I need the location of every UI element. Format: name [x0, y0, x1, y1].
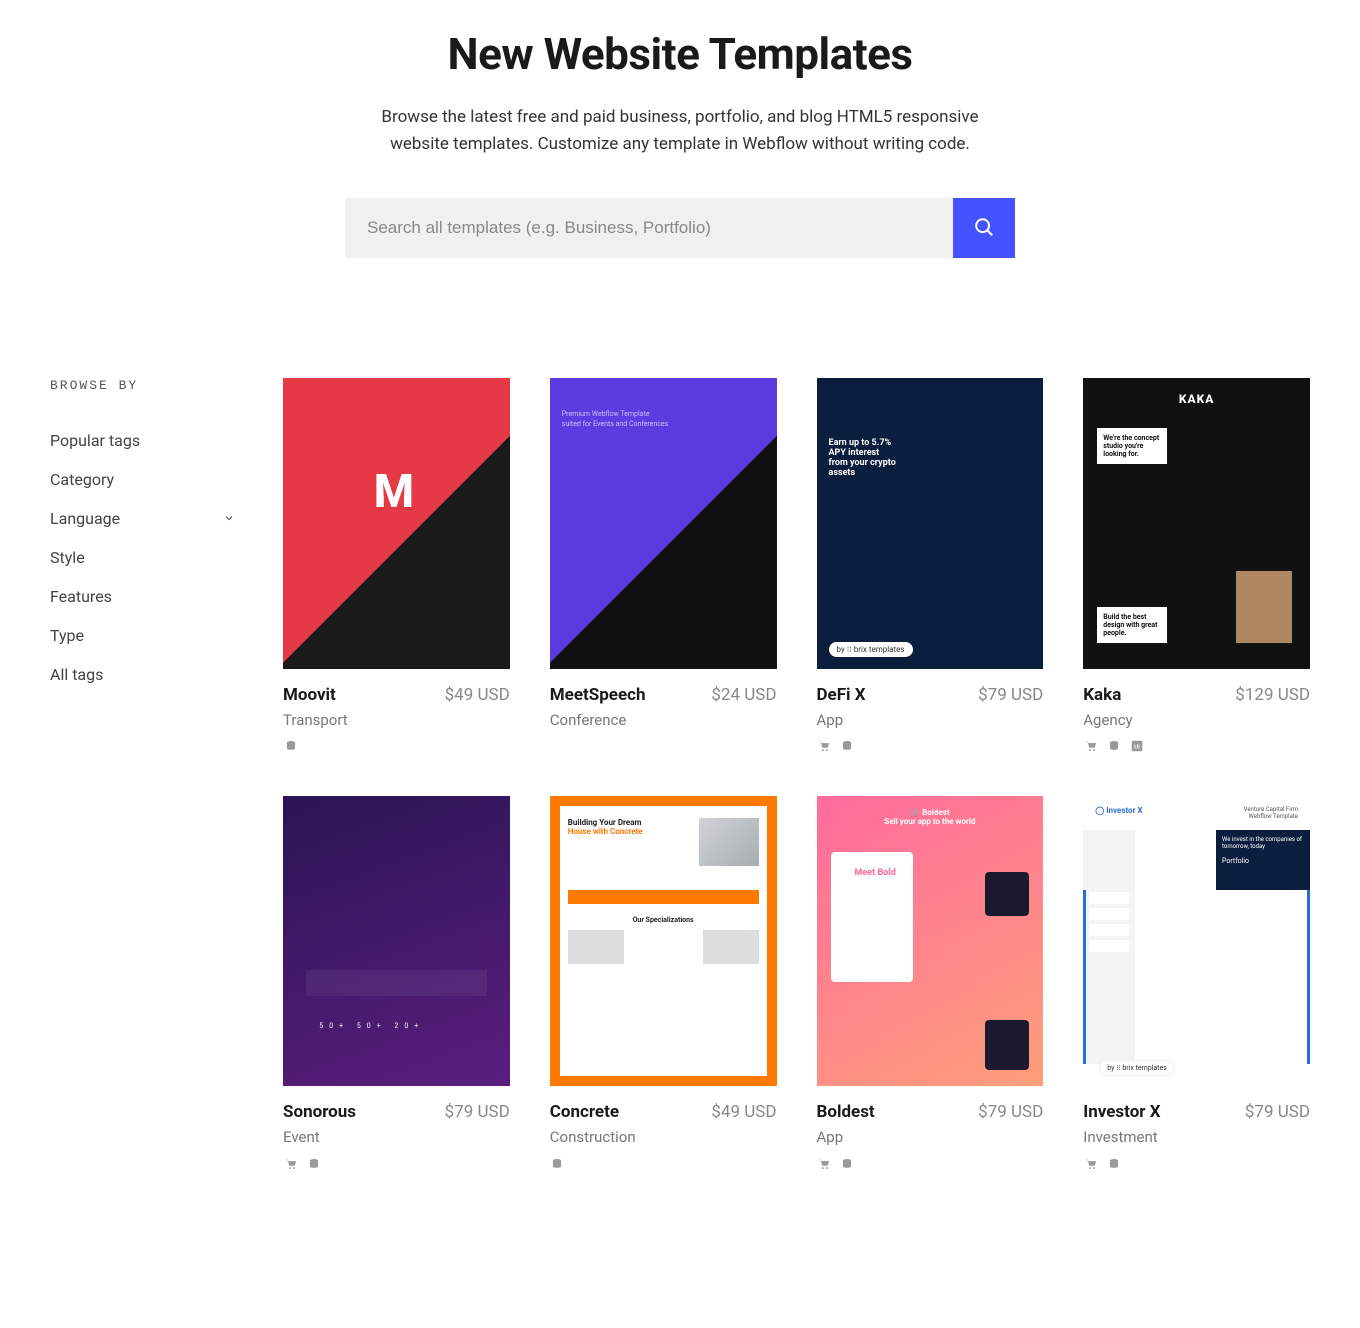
- cart-icon: [1083, 1156, 1098, 1171]
- chevron-down-icon: [223, 509, 235, 528]
- template-price: $129 USD: [1235, 685, 1310, 705]
- template-title: DeFi X: [817, 685, 866, 705]
- cart-icon: [817, 739, 832, 754]
- sidebar-item-all-tags[interactable]: All tags: [50, 655, 235, 694]
- sidebar-item-label: Type: [50, 626, 84, 645]
- template-price: $79 USD: [1245, 1102, 1310, 1122]
- template-price: $79 USD: [978, 1102, 1043, 1122]
- template-thumbnail[interactable]: 50+ 50+ 20+: [283, 796, 510, 1086]
- sidebar-heading: BROWSE BY: [50, 378, 235, 393]
- cart-icon: [1083, 739, 1098, 754]
- sidebar-item-label: Category: [50, 470, 114, 489]
- search-icon: [973, 216, 995, 241]
- stack-icon: [840, 1156, 855, 1171]
- template-card[interactable]: MeetSpeech Conference $24 USD: [550, 378, 777, 753]
- template-title: Kaka: [1083, 685, 1132, 705]
- template-category: Conference: [550, 711, 646, 729]
- template-title: Sonorous: [283, 1102, 356, 1122]
- sidebar: BROWSE BY Popular tags Category Language St…: [50, 378, 235, 694]
- svg-text:Ui: Ui: [1134, 745, 1140, 751]
- template-card[interactable]: Moovit Transport $49 USD: [283, 378, 510, 753]
- template-badges: [817, 1156, 1044, 1171]
- stack-icon: [550, 1156, 565, 1171]
- search-input[interactable]: [345, 198, 953, 258]
- template-price: $79 USD: [978, 685, 1043, 705]
- template-price: $49 USD: [445, 685, 510, 705]
- template-thumbnail[interactable]: 🛒 BoldestSell your app to the worldMeet …: [817, 796, 1044, 1086]
- template-title: Concrete: [550, 1102, 636, 1122]
- sidebar-item-label: All tags: [50, 665, 103, 684]
- template-thumbnail[interactable]: Building Your DreamHouse with ConcreteOu…: [550, 796, 777, 1086]
- template-card[interactable]: KAKAWe're the concept studio you're look…: [1083, 378, 1310, 753]
- template-category: App: [817, 1128, 875, 1146]
- ui-icon: Ui: [1129, 739, 1144, 754]
- sidebar-item-label: Features: [50, 587, 112, 606]
- template-category: Construction: [550, 1128, 636, 1146]
- sidebar-item-label: Language: [50, 509, 120, 528]
- stack-icon: [1106, 1156, 1121, 1171]
- template-category: Agency: [1083, 711, 1132, 729]
- template-thumbnail[interactable]: [550, 378, 777, 668]
- template-badges: Ui: [1083, 739, 1310, 754]
- template-badges: [817, 739, 1044, 754]
- template-card[interactable]: ◯ Investor XVenture Capital Firm Webflow…: [1083, 796, 1310, 1171]
- template-title: Investor X: [1083, 1102, 1160, 1122]
- template-thumbnail[interactable]: ◯ Investor XVenture Capital Firm Webflow…: [1083, 796, 1310, 1086]
- template-category: Investment: [1083, 1128, 1160, 1146]
- page-subtitle: Browse the latest free and paid business…: [360, 104, 1000, 158]
- stack-icon: [283, 739, 298, 754]
- template-price: $24 USD: [711, 685, 776, 705]
- sidebar-item-features[interactable]: Features: [50, 577, 235, 616]
- sidebar-item-language[interactable]: Language: [50, 499, 235, 538]
- template-title: MeetSpeech: [550, 685, 646, 705]
- template-category: Transport: [283, 711, 348, 729]
- cart-icon: [283, 1156, 298, 1171]
- cart-icon: [817, 1156, 832, 1171]
- template-badges: [283, 1156, 510, 1171]
- stack-icon: [306, 1156, 321, 1171]
- template-badges: [550, 1156, 777, 1171]
- template-card[interactable]: 50+ 50+ 20+ Sonorous Event $79 USD: [283, 796, 510, 1171]
- stack-icon: [1106, 739, 1121, 754]
- template-thumbnail[interactable]: KAKAWe're the concept studio you're look…: [1083, 378, 1310, 668]
- template-category: App: [817, 711, 866, 729]
- template-title: Boldest: [817, 1102, 875, 1122]
- search-button[interactable]: [953, 198, 1015, 258]
- template-badges: [1083, 1156, 1310, 1171]
- template-thumbnail[interactable]: Earn up to 5.7% APY interest from your c…: [817, 378, 1044, 668]
- template-title: Moovit: [283, 685, 348, 705]
- sidebar-item-category[interactable]: Category: [50, 460, 235, 499]
- template-price: $49 USD: [711, 1102, 776, 1122]
- template-grid: Moovit Transport $49 USD MeetSpeech Conferen…: [283, 378, 1310, 1171]
- sidebar-item-popular-tags[interactable]: Popular tags: [50, 421, 235, 460]
- template-card[interactable]: Building Your DreamHouse with ConcreteOu…: [550, 796, 777, 1171]
- sidebar-item-label: Popular tags: [50, 431, 140, 450]
- sidebar-item-style[interactable]: Style: [50, 538, 235, 577]
- template-badges: [283, 739, 510, 754]
- sidebar-item-type[interactable]: Type: [50, 616, 235, 655]
- template-card[interactable]: 🛒 BoldestSell your app to the worldMeet …: [817, 796, 1044, 1171]
- sidebar-item-label: Style: [50, 548, 85, 567]
- template-price: $79 USD: [445, 1102, 510, 1122]
- page-title: New Website Templates: [0, 28, 1360, 80]
- template-category: Event: [283, 1128, 356, 1146]
- stack-icon: [840, 739, 855, 754]
- template-card[interactable]: Earn up to 5.7% APY interest from your c…: [817, 378, 1044, 753]
- template-thumbnail[interactable]: [283, 378, 510, 668]
